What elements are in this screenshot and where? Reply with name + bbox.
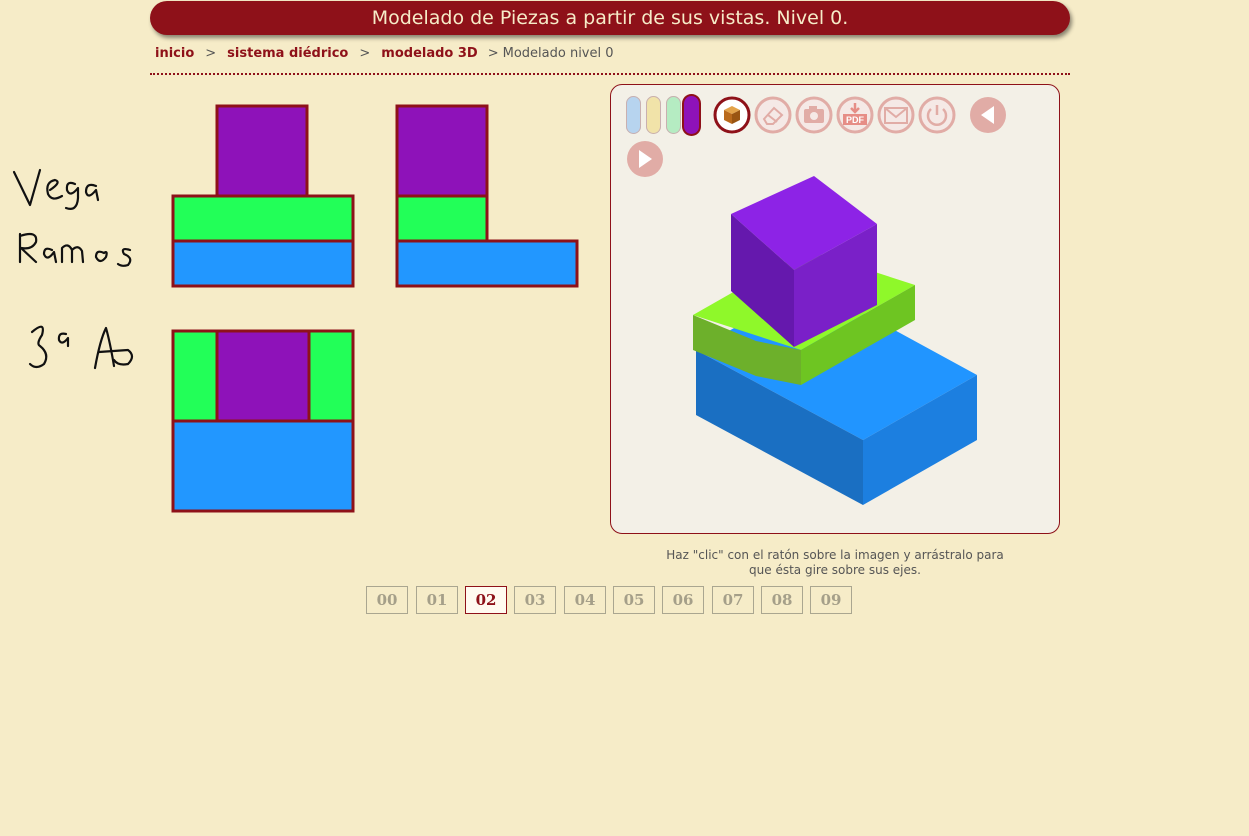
side-view-green-block: [395, 194, 489, 243]
front-view-purple-block: [215, 104, 309, 198]
breadcrumb-link-modelado-3d[interactable]: modelado 3D: [381, 46, 477, 61]
top-view-purple-block: [215, 329, 311, 423]
page-button-09[interactable]: 09: [810, 586, 852, 614]
front-view-blue-block: [171, 239, 355, 288]
side-view: [395, 104, 579, 288]
top-view-green-left: [171, 329, 219, 423]
model-viewer[interactable]: PDF: [610, 84, 1060, 534]
orthographic-views: [171, 104, 579, 513]
breadcrumb-current: Modelado nivel 0: [502, 46, 614, 61]
header-divider: [150, 73, 1070, 75]
viewer-instructions-line-2: que ésta gire sobre sus ejes.: [749, 563, 921, 577]
model-3d-render: [693, 176, 977, 505]
breadcrumb-separator: >: [359, 46, 371, 61]
page-button-02[interactable]: 02: [465, 586, 507, 614]
page-button-01[interactable]: 01: [416, 586, 458, 614]
page-button-06[interactable]: 06: [662, 586, 704, 614]
breadcrumb-link-sistema-diedrico[interactable]: sistema diédrico: [227, 46, 348, 61]
page-button-00[interactable]: 00: [366, 586, 408, 614]
page-button-05[interactable]: 05: [613, 586, 655, 614]
front-view-green-block: [171, 194, 355, 243]
viewer-instructions: Haz "clic" con el ratón sobre la imagen …: [610, 548, 1060, 578]
breadcrumb-separator: >: [487, 46, 499, 61]
page-button-07[interactable]: 07: [712, 586, 754, 614]
viewer-instructions-line-1: Haz "clic" con el ratón sobre la imagen …: [666, 548, 1004, 562]
handwritten-signature: [12, 168, 134, 370]
top-view-green-right: [307, 329, 355, 423]
front-view: [171, 104, 355, 288]
side-view-blue-block: [395, 239, 579, 288]
breadcrumb-link-inicio[interactable]: inicio: [155, 46, 194, 61]
breadcrumb-separator: >: [205, 46, 217, 61]
top-view-blue-block: [171, 419, 355, 513]
page-button-08[interactable]: 08: [761, 586, 803, 614]
top-view: [171, 329, 355, 513]
page-title: Modelado de Piezas a partir de sus vista…: [150, 1, 1070, 35]
side-view-purple-block: [395, 104, 489, 198]
page-button-03[interactable]: 03: [514, 586, 556, 614]
page-button-04[interactable]: 04: [564, 586, 606, 614]
breadcrumb: inicio > sistema diédrico > modelado 3D > Mode…: [155, 46, 614, 61]
